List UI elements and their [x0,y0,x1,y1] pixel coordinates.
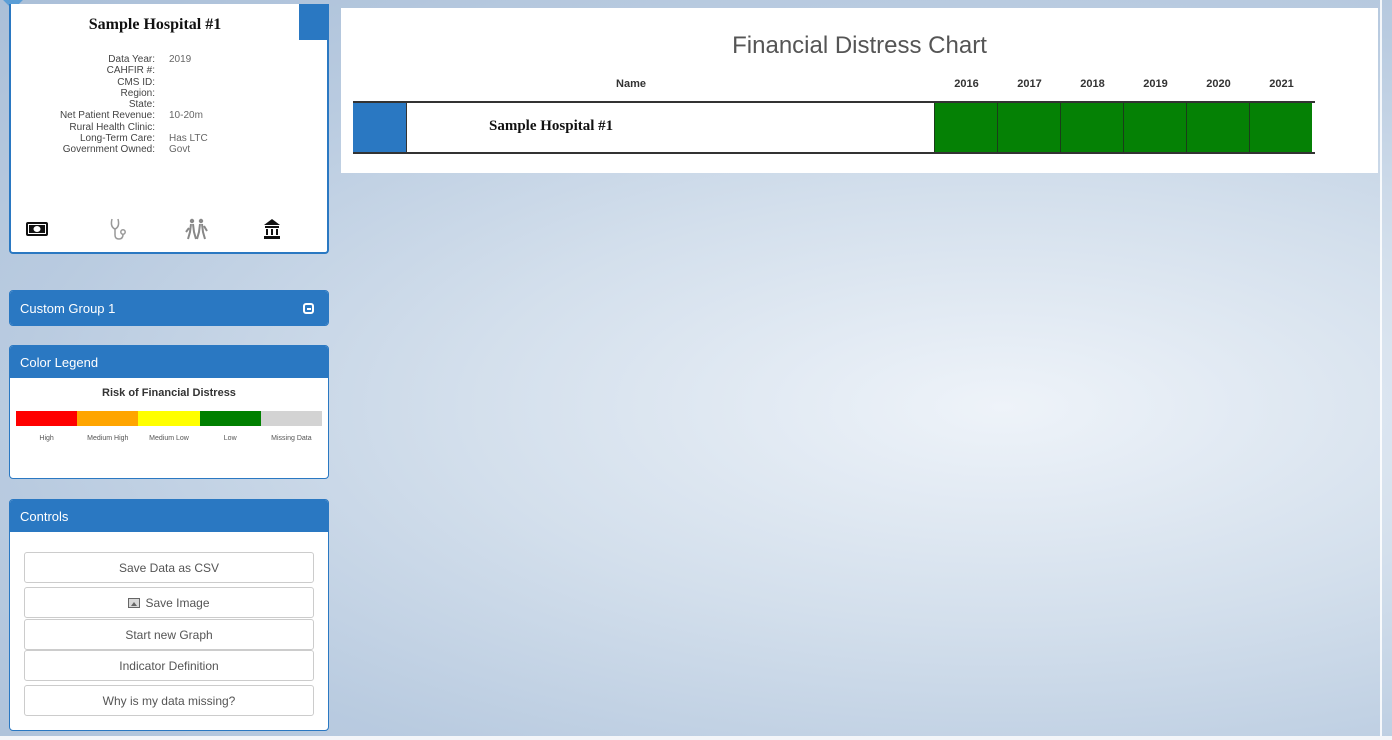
bottom-strip [0,736,1392,740]
save-csv-label: Save Data as CSV [118,560,220,575]
controls-panel: Controls Save Data as CSV Save Image Sta… [9,499,329,731]
info-value [169,88,311,99]
info-label: Data Year: [108,54,155,65]
name-column-header: Name [616,78,646,90]
info-value: 2019 [169,54,192,65]
info-label: Net Patient Revenue: [59,110,155,122]
legend-swatch [138,411,200,426]
info-value: Govt [169,144,191,156]
hospital-attribute-icons [11,217,327,243]
hospital-row-flag [353,103,407,152]
risk-cell-2017[interactable] [997,103,1060,152]
custom-group-panel[interactable]: Custom Group 1 [9,290,329,326]
info-label: Government Owned: [62,144,155,156]
info-label: CAHFIR #: [106,65,155,77]
hospital-info-card: Sample Hospital #1 Data Year: 2019 CAHFI… [9,4,329,254]
legend-labels: High Medium High Medium Low Low Missing Data [16,435,322,442]
info-value [169,122,311,133]
chart-title: Financial Distress Chart [732,32,987,59]
save-image-button[interactable]: Save Image [24,587,314,618]
image-icon [128,597,141,608]
risk-cell-2020[interactable] [1186,103,1249,152]
risk-cell-2018[interactable] [1060,103,1123,152]
hospital-row-name: Sample Hospital #1 [489,118,614,134]
info-value: 10-20m [169,110,203,122]
info-label: Long-Term Care: [79,133,155,145]
legend-color-bar [16,411,323,426]
info-row-data-year: Data Year: 2019 [11,54,311,65]
info-row-long-term-care: Long-Term Care: Has LTC [11,133,311,144]
info-label: State: [128,99,155,111]
risk-cell-2019[interactable] [1123,103,1186,152]
year-header-2017: 2017 [1017,78,1042,90]
year-header-2018: 2018 [1080,78,1105,90]
custom-group-label: Custom Group 1 [20,300,116,316]
legend-swatch [260,411,323,426]
info-row-region: Region: [11,88,311,99]
color-legend-header-label: Color Legend [20,354,99,370]
info-row-government-owned: Government Owned: Govt [11,144,311,155]
hospital-name: Sample Hospital #1 [88,16,222,33]
color-legend-panel: Color Legend Risk of Financial Distress … [9,345,329,479]
color-legend-header: Color Legend [10,346,328,378]
legend-label: Medium Low [149,435,189,442]
legend-title: Risk of Financial Distress [102,387,236,399]
info-value: Has LTC [169,133,208,145]
save-image-label: Save Image [145,595,210,610]
controls-header-label: Controls [20,508,69,524]
info-row-state: State: [11,99,311,110]
legend-label: Missing Data [271,435,312,442]
save-csv-button[interactable]: Save Data as CSV [24,552,314,583]
elderly-care-icon [185,217,209,241]
financial-distress-chart: Financial Distress Chart Name 2016 2017 … [341,8,1378,173]
card-tab-accent [299,4,329,40]
indicator-definition-button[interactable]: Indicator Definition [24,650,314,681]
legend-swatch [199,411,261,426]
year-header-2020: 2020 [1206,78,1231,90]
year-header-2021: 2021 [1269,78,1294,90]
why-data-missing-button[interactable]: Why is my data missing? [24,685,314,716]
legend-label: Medium High [87,435,129,442]
info-value [169,65,311,76]
info-row-rural-health-clinic: Rural Health Clinic: [11,122,311,133]
info-value [169,77,311,88]
stethoscope-icon [105,217,129,241]
legend-swatch [16,411,78,426]
info-row-cms-id: CMS ID: [11,77,311,88]
info-row-cahfir: CAHFIR #: [11,65,311,76]
info-label: CMS ID: [117,76,155,88]
info-label: Rural Health Clinic: [69,121,155,133]
info-label: Region: [120,87,155,99]
controls-header: Controls [10,500,328,532]
info-row-net-patient-revenue: Net Patient Revenue: 10-20m [11,110,311,121]
year-header-2019: 2019 [1143,78,1168,90]
money-icon [25,217,49,241]
indicator-definition-label: Indicator Definition [119,658,219,673]
legend-swatch [77,411,139,426]
right-edge-divider [1380,0,1382,740]
hospital-row[interactable]: Sample Hospital #1 [353,101,1315,154]
risk-cell-2021[interactable] [1249,103,1312,152]
hospital-info-table: Data Year: 2019 CAHFIR #: CMS ID: Region… [11,54,311,156]
risk-cell-2016[interactable] [934,103,997,152]
legend-label: Low [223,435,237,442]
year-header-2016: 2016 [954,78,979,90]
info-value [169,99,311,110]
start-new-graph-button[interactable]: Start new Graph [24,619,314,650]
custom-group-header[interactable]: Custom Group 1 [10,291,328,325]
legend-label: High [39,435,54,442]
start-new-graph-label: Start new Graph [125,627,213,642]
why-data-missing-label: Why is my data missing? [102,693,236,708]
government-building-icon [260,217,284,241]
collapse-icon[interactable] [303,303,314,314]
